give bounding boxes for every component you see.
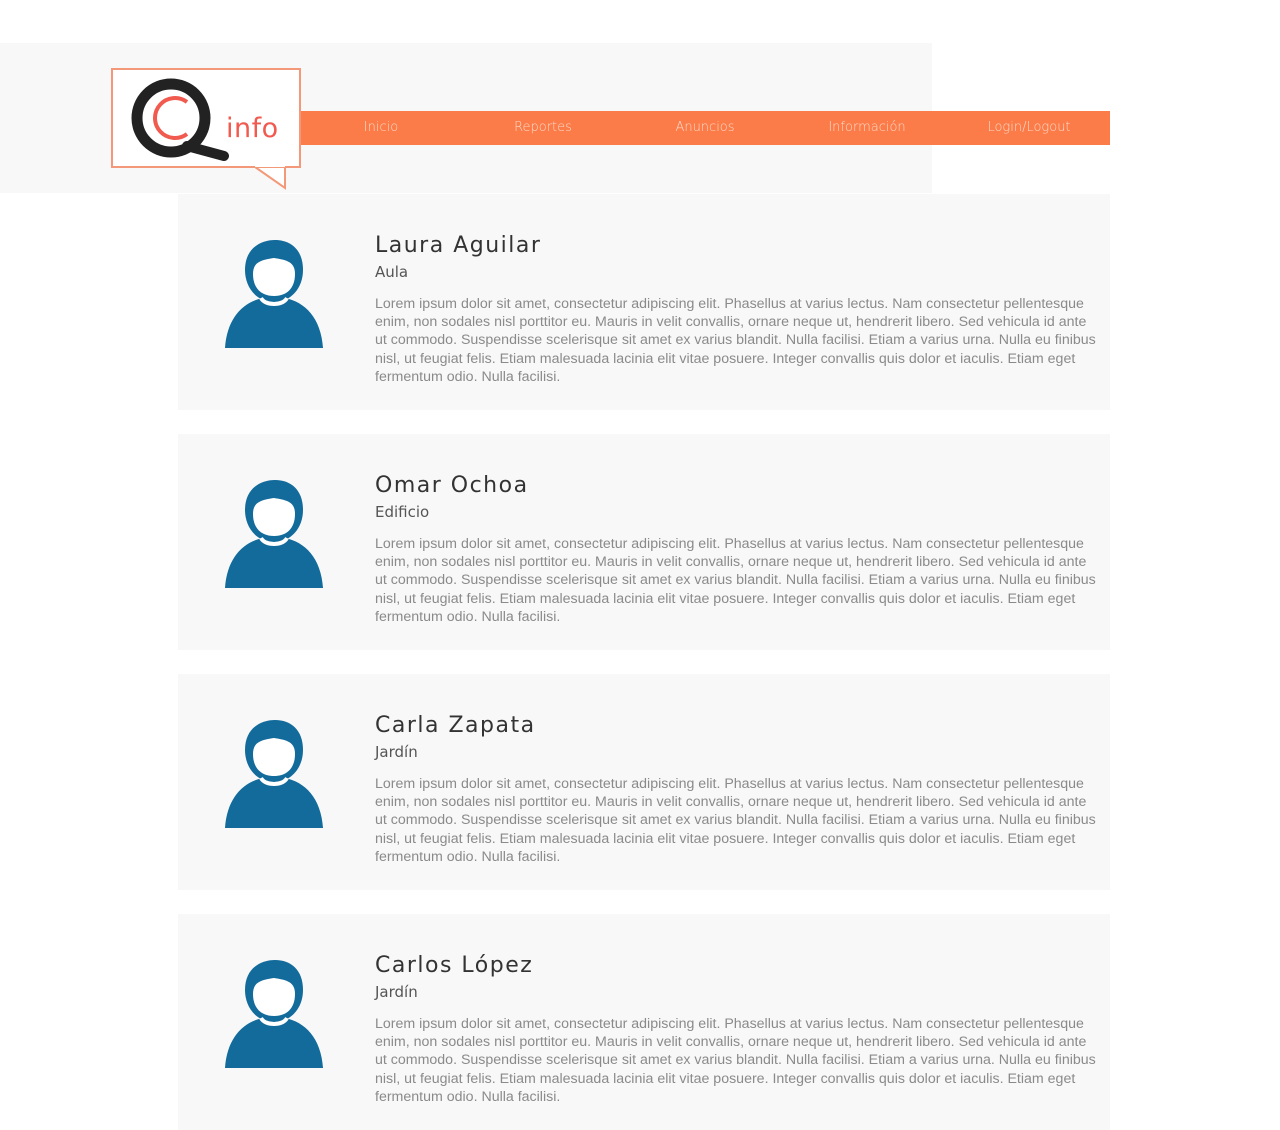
- card-description: Lorem ipsum dolor sit amet, consectetur …: [375, 776, 1096, 865]
- card-name: Laura Aguilar: [375, 233, 542, 258]
- card-location: Aula: [375, 263, 409, 281]
- user-avatar-icon: [225, 720, 323, 828]
- profile-card: Laura Aguilar Aula Lorem ipsum dolor sit…: [178, 194, 1110, 410]
- card-description: Lorem ipsum dolor sit amet, consectetur …: [375, 296, 1096, 385]
- nav-item-anuncios[interactable]: Anuncios: [624, 111, 786, 145]
- user-avatar-icon: [225, 960, 323, 1068]
- card-location: Jardín: [375, 743, 418, 761]
- profile-card: Carlos López Jardín Lorem ipsum dolor si…: [178, 914, 1110, 1130]
- logo-speech-tail-icon: [255, 166, 286, 190]
- card-description: Lorem ipsum dolor sit amet, consectetur …: [375, 536, 1096, 625]
- nav-item-inicio[interactable]: Inicio: [300, 111, 462, 145]
- card-location: Jardín: [375, 983, 418, 1001]
- nav-item-reportes[interactable]: Reportes: [462, 111, 624, 145]
- profile-card: Omar Ochoa Edificio Lorem ipsum dolor si…: [178, 434, 1110, 650]
- main-navbar: Inicio Reportes Anuncios Información Log…: [300, 111, 1110, 145]
- nav-item-login-logout[interactable]: Login/Logout: [948, 111, 1110, 145]
- q-logo-mark-icon: [131, 78, 229, 161]
- card-name: Carla Zapata: [375, 713, 536, 738]
- card-name: Carlos López: [375, 953, 534, 978]
- card-location: Edificio: [375, 503, 430, 521]
- user-avatar-icon: [225, 480, 323, 588]
- card-description: Lorem ipsum dolor sit amet, consectetur …: [375, 1016, 1096, 1105]
- site-logo[interactable]: info: [111, 68, 301, 168]
- card-name: Omar Ochoa: [375, 473, 529, 498]
- logo-text: info: [226, 113, 279, 144]
- profile-card: Carla Zapata Jardín Lorem ipsum dolor si…: [178, 674, 1110, 890]
- nav-item-informacion[interactable]: Información: [786, 111, 948, 145]
- user-avatar-icon: [225, 240, 323, 348]
